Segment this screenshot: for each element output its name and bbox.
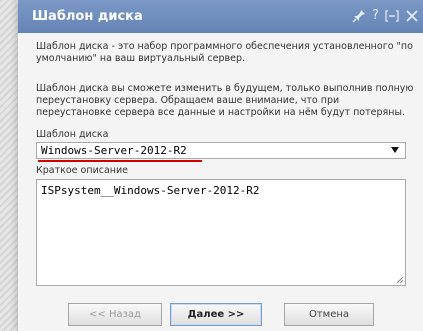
warning-paragraph: Шаблон диска вы сможете изменить в будущ…	[36, 83, 414, 118]
titlebar-icons: ?	[352, 6, 419, 26]
dropdown-arrow-icon[interactable]	[391, 147, 399, 153]
dialog-title: Шаблон диска	[32, 9, 143, 24]
intro-paragraph: Шаблон диска - это набор программного об…	[36, 41, 413, 64]
template-label: Шаблон диска	[36, 129, 109, 140]
description-value: ISPsystem__Windows-Server-2012-R2	[41, 184, 260, 197]
minimize-icon[interactable]	[385, 9, 399, 23]
highlight-underline	[38, 160, 202, 162]
next-button[interactable]: Далее >>	[170, 303, 262, 326]
pin-icon[interactable]	[352, 9, 366, 23]
template-select-value: Windows-Server-2012-R2	[41, 144, 187, 157]
cancel-button[interactable]: Отмена	[284, 303, 374, 326]
template-select[interactable]: Windows-Server-2012-R2	[36, 142, 406, 159]
dialog-body: Шаблон диска - это набор программного об…	[18, 33, 423, 331]
back-button[interactable]: << Назад	[68, 303, 162, 326]
resize-grip-icon[interactable]	[395, 275, 404, 284]
dialog-titlebar: Шаблон диска ?	[18, 0, 423, 33]
description-textarea[interactable]: ISPsystem__Windows-Server-2012-R2	[36, 179, 406, 286]
disk-template-dialog: Шаблон диска ? Шаблон диска - это набор …	[18, 0, 423, 331]
close-icon[interactable]	[405, 9, 419, 23]
help-icon[interactable]: ?	[372, 6, 379, 26]
description-label: Краткое описание	[36, 165, 129, 176]
